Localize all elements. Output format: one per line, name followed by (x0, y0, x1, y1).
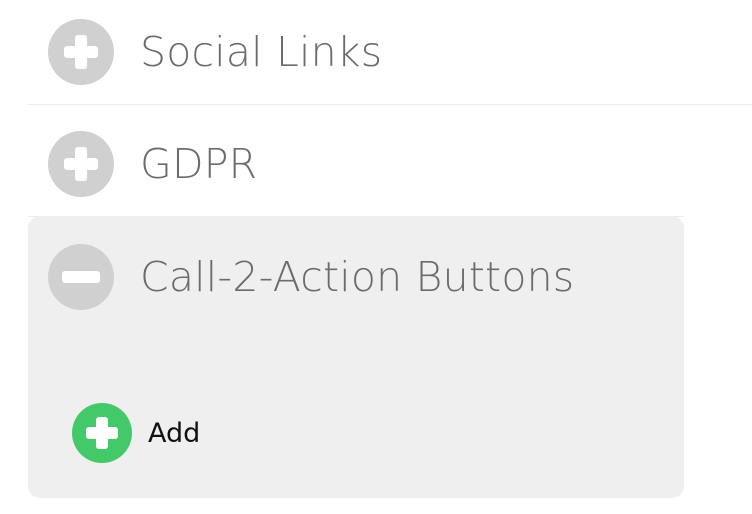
expand-plus-icon[interactable] (48, 19, 114, 85)
section-title: Call-2-Action Buttons (140, 252, 575, 301)
section-header-gdpr[interactable]: GDPR (48, 131, 257, 197)
collapse-minus-icon[interactable] (48, 244, 114, 310)
add-label: Add (148, 417, 201, 449)
section-gdpr: GDPR (28, 112, 684, 217)
add-button[interactable]: Add (72, 403, 200, 463)
section-call-2-action-buttons: Call-2-Action Buttons Add (28, 216, 684, 498)
expand-plus-icon[interactable] (48, 131, 114, 197)
section-social-links: Social Links (28, 0, 752, 105)
section-header-call-2-action-buttons[interactable]: Call-2-Action Buttons (48, 244, 574, 310)
section-title: GDPR (140, 139, 258, 188)
accordion-settings: Social Links GDPR Call-2-Action Buttons (0, 0, 752, 514)
section-header-social-links[interactable]: Social Links (48, 19, 382, 85)
add-plus-icon[interactable] (72, 403, 132, 463)
section-title: Social Links (140, 27, 383, 76)
